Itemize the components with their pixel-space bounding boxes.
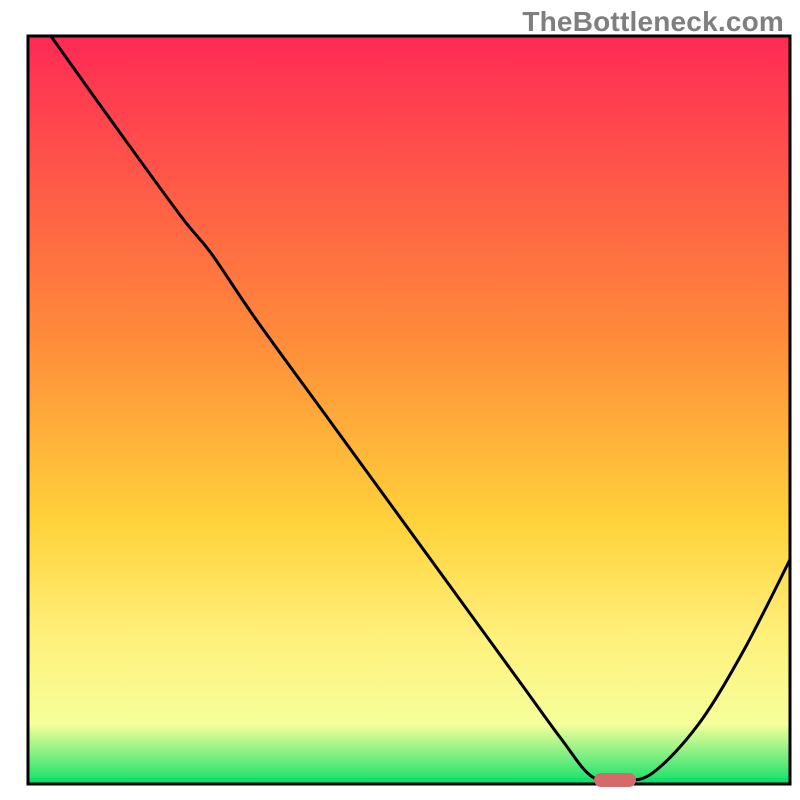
bottleneck-chart: TheBottleneck.com: [0, 0, 800, 800]
chart-gradient-bg: [28, 36, 790, 784]
chart-canvas: [0, 0, 800, 800]
watermark-text: TheBottleneck.com: [522, 6, 784, 38]
optimal-marker: [594, 773, 636, 787]
